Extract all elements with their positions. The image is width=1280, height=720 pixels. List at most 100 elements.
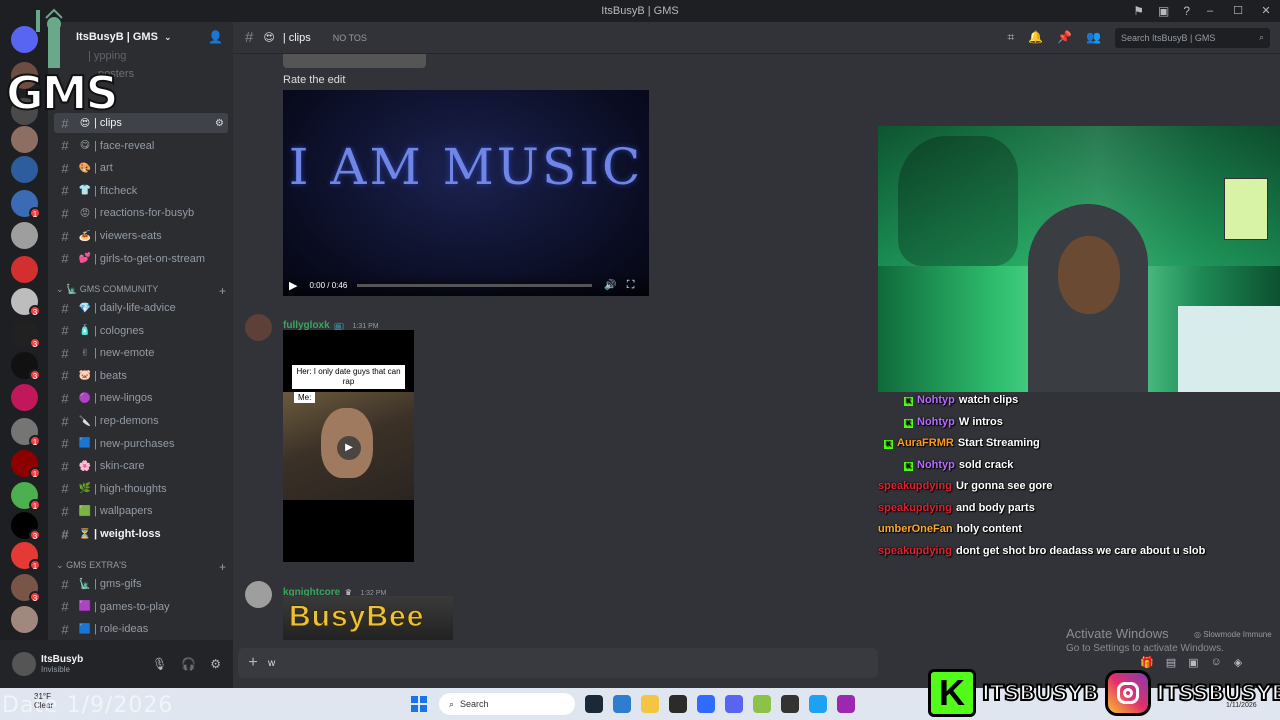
channel-item[interactable]: | ypping: [88, 46, 233, 66]
channel-item[interactable]: # 👕 | fitcheck: [54, 181, 228, 201]
vpn-icon[interactable]: [613, 695, 631, 713]
minimize-button[interactable]: –: [1196, 0, 1224, 22]
volume-icon[interactable]: 🔊: [604, 280, 616, 291]
channel-item[interactable]: # 🟩 | wallpapers: [54, 501, 228, 521]
channel-item[interactable]: # 💕 | girls-to-get-on-stream: [54, 249, 228, 269]
play-icon[interactable]: ▶: [337, 436, 361, 460]
maximize-button[interactable]: ☐: [1224, 0, 1252, 22]
settings-gear-icon[interactable]: ⚙: [210, 657, 221, 671]
hash-icon: #: [61, 390, 69, 406]
channel-item[interactable]: # 😋 | face-reveal: [54, 136, 228, 156]
tiktok-video-embed[interactable]: Her: I only date guys that can rap Me: ▶: [283, 330, 414, 562]
epic-games-icon[interactable]: [669, 695, 687, 713]
server-icon[interactable]: [11, 384, 38, 411]
play-icon[interactable]: ▶: [289, 279, 297, 292]
app-icon[interactable]: [697, 695, 715, 713]
server-icon[interactable]: 1: [11, 190, 41, 219]
microphone-icon[interactable]: 🎙: [152, 657, 167, 671]
taskbar-search[interactable]: ⌕ Search: [439, 693, 575, 715]
channel-item[interactable]: # 🐷 | beats: [54, 366, 228, 386]
channel-item[interactable]: # 🟦 | new-purchases: [54, 434, 228, 454]
category-gms-community[interactable]: ⌄ 🗽 GMS COMMUNITY +: [56, 284, 226, 298]
channel-item[interactable]: # 💎 | daily-life-advice: [54, 298, 228, 318]
video-player[interactable]: I AM MUSIC ▶ 0:00 / 0:46 🔊 ⛶: [283, 90, 649, 296]
windows-start-icon[interactable]: [411, 696, 427, 712]
channel-emoji: 🗽: [78, 578, 92, 590]
kick-badge-icon: K: [904, 418, 913, 428]
category-gms-extras[interactable]: ⌄ GMS EXTRA'S +: [56, 560, 226, 574]
chat-header: # 😍 | clips NO TOS ⌗ 🔔 📌 👥 Search ItsBus…: [233, 22, 1280, 54]
search-input[interactable]: Search ItsBusyB | GMS ⌕: [1115, 27, 1270, 48]
create-channel-icon[interactable]: +: [219, 560, 226, 574]
channel-item[interactable]: # 🟣 | new-lingos: [54, 388, 228, 408]
app-icon[interactable]: [753, 695, 771, 713]
invite-people-icon[interactable]: 👤: [208, 30, 223, 44]
server-icon[interactable]: [11, 156, 38, 183]
wall-art: [1224, 178, 1268, 240]
server-icon[interactable]: 1: [11, 482, 41, 511]
server-icon[interactable]: [11, 256, 38, 283]
video-progress-bar[interactable]: [357, 283, 593, 287]
discord-icon[interactable]: [725, 695, 743, 713]
channel-item[interactable]: # 🔪 | rep-demons: [54, 411, 228, 431]
channel-settings-icon[interactable]: ⚙: [215, 118, 224, 129]
channel-item[interactable]: # 😡 | reactions-for-busyb: [54, 203, 228, 223]
bell-icon[interactable]: 🔔: [1028, 30, 1043, 45]
avatar[interactable]: [245, 314, 272, 341]
server-icon[interactable]: [11, 606, 38, 633]
channel-label: | art: [94, 162, 113, 175]
channel-topic[interactable]: NO TOS: [333, 33, 367, 43]
headphones-icon[interactable]: 🎧: [181, 657, 196, 671]
server-icon[interactable]: 3: [11, 512, 41, 541]
hash-icon: #: [61, 300, 69, 316]
channel-emoji: ⏳: [78, 528, 92, 540]
chevron-down-icon[interactable]: ⌄: [164, 32, 172, 43]
app-icon[interactable]: [837, 695, 855, 713]
kick-badge-icon: K: [904, 397, 913, 406]
previous-attachment[interactable]: [283, 54, 426, 68]
date-overlay: Date 1/9/2026: [2, 693, 174, 718]
server-icon[interactable]: 1: [11, 542, 41, 571]
message-composer[interactable]: + w: [238, 648, 878, 678]
composer-input[interactable]: w: [268, 658, 275, 669]
channel-item[interactable]: # 🎨 | art: [54, 158, 228, 178]
pin-icon[interactable]: 📌: [1057, 30, 1072, 45]
stream-chat-text: dont get shot bro deadass we care about …: [955, 544, 1206, 557]
channel-item[interactable]: # ⏳ | weight-loss: [54, 524, 228, 544]
server-icon[interactable]: [11, 222, 38, 249]
server-icon[interactable]: 3: [11, 574, 41, 603]
chrome-icon[interactable]: [809, 695, 827, 713]
file-explorer-icon[interactable]: [641, 695, 659, 713]
channel-item[interactable]: # ✌ | new-emote: [54, 343, 228, 363]
channel-item[interactable]: # 🟪 | games-to-play: [54, 597, 228, 617]
avatar[interactable]: [245, 581, 272, 608]
image-attachment[interactable]: BusyBee: [283, 596, 453, 640]
members-icon[interactable]: 👥: [1086, 30, 1101, 45]
hash-icon: #: [61, 436, 69, 452]
threads-icon[interactable]: ⌗: [1007, 30, 1014, 45]
server-icon[interactable]: 1: [11, 418, 41, 447]
create-channel-icon[interactable]: +: [219, 284, 226, 298]
server-icon[interactable]: [11, 126, 38, 153]
steam-icon[interactable]: [585, 695, 603, 713]
server-icon[interactable]: 3: [11, 288, 41, 317]
obs-icon[interactable]: [781, 695, 799, 713]
channel-item[interactable]: # 🧴 | colognes: [54, 321, 228, 341]
screen-icon[interactable]: ▣: [1158, 0, 1169, 22]
channel-item[interactable]: # 🌸 | skin-care: [54, 456, 228, 476]
channel-item[interactable]: # 🗽 | gms-gifs: [54, 574, 228, 594]
add-attachment-icon[interactable]: +: [238, 654, 268, 672]
avatar[interactable]: [12, 652, 36, 676]
server-icon[interactable]: 3: [11, 352, 41, 381]
channel-item[interactable]: # 🟦 | role-ideas: [54, 619, 228, 639]
channel-item[interactable]: # 🍝 | viewers-eats: [54, 226, 228, 246]
hash-icon: #: [61, 368, 69, 384]
server-icon[interactable]: 3: [11, 320, 41, 349]
channel-item[interactable]: # 🌿 | high-thoughts: [54, 479, 228, 499]
channel-item[interactable]: posters: [98, 64, 233, 84]
help-icon[interactable]: ?: [1183, 0, 1190, 22]
inbox-flag-icon[interactable]: ⚑: [1133, 0, 1144, 22]
fullscreen-icon[interactable]: ⛶: [627, 279, 635, 292]
server-icon[interactable]: 1: [11, 450, 41, 479]
close-button[interactable]: ✕: [1252, 0, 1280, 22]
